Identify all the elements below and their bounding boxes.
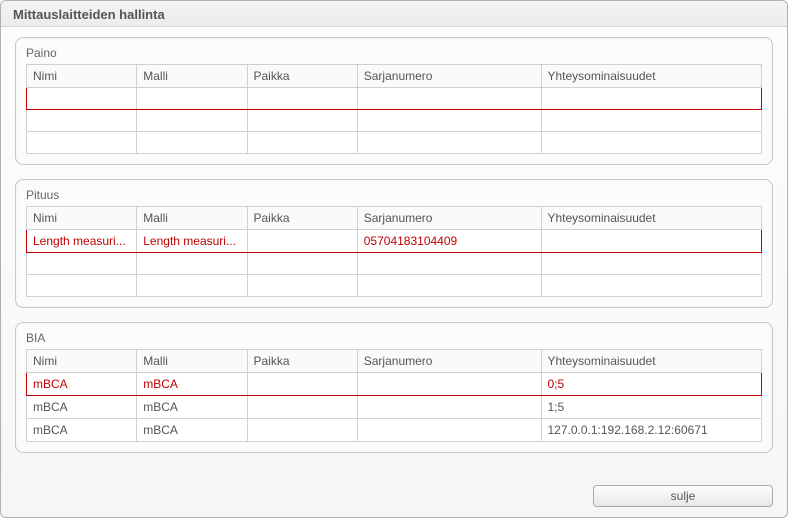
cell-paikka[interactable] [247,230,357,253]
cell-sarja[interactable] [357,110,541,132]
table-body-paino [27,88,762,154]
cell-malli[interactable] [137,110,247,132]
table-body-bia: mBCAmBCA0;5mBCAmBCA1;5mBCAmBCA127.0.0.1:… [27,373,762,442]
cell-paikka[interactable] [247,373,357,396]
cell-nimi[interactable]: mBCA [27,396,137,419]
cell-malli[interactable] [137,275,247,297]
window-title: Mittauslaitteiden hallinta [1,1,787,27]
cell-malli[interactable] [137,132,247,154]
group-bia: BIA Nimi Malli Paikka Sarjanumero Yhteys… [15,322,773,453]
col-header-nimi[interactable]: Nimi [27,350,137,373]
group-label-bia: BIA [26,331,762,345]
cell-sarja[interactable] [357,275,541,297]
content-area: Paino Nimi Malli Paikka Sarjanumero Yhte… [1,27,787,477]
cell-nimi[interactable]: mBCA [27,419,137,442]
col-header-yht[interactable]: Yhteysominaisuudet [541,65,762,88]
table-pituus[interactable]: Nimi Malli Paikka Sarjanumero Yhteysomin… [26,206,762,297]
cell-yht[interactable]: 127.0.0.1:192.168.2.12:60671 [541,419,762,442]
col-header-malli[interactable]: Malli [137,350,247,373]
group-paino: Paino Nimi Malli Paikka Sarjanumero Yhte… [15,37,773,165]
table-header-row: Nimi Malli Paikka Sarjanumero Yhteysomin… [27,207,762,230]
cell-paikka[interactable] [247,396,357,419]
cell-yht[interactable] [541,230,762,253]
col-header-paikka[interactable]: Paikka [247,65,357,88]
cell-malli[interactable] [137,88,247,110]
col-header-malli[interactable]: Malli [137,207,247,230]
cell-paikka[interactable] [247,110,357,132]
group-pituus: Pituus Nimi Malli Paikka Sarjanumero Yht… [15,179,773,308]
cell-yht[interactable] [541,110,762,132]
table-row[interactable] [27,88,762,110]
col-header-malli[interactable]: Malli [137,65,247,88]
col-header-nimi[interactable]: Nimi [27,207,137,230]
col-header-paikka[interactable]: Paikka [247,350,357,373]
cell-malli[interactable]: mBCA [137,419,247,442]
close-button[interactable]: sulje [593,485,773,507]
table-header-row: Nimi Malli Paikka Sarjanumero Yhteysomin… [27,65,762,88]
device-management-window: Mittauslaitteiden hallinta Paino Nimi Ma… [0,0,788,518]
cell-malli[interactable]: mBCA [137,373,247,396]
cell-paikka[interactable] [247,275,357,297]
cell-sarja[interactable] [357,396,541,419]
cell-nimi[interactable] [27,88,137,110]
table-bia[interactable]: Nimi Malli Paikka Sarjanumero Yhteysomin… [26,349,762,442]
table-body-pituus: Length measuri...Length measuri... 057041… [27,230,762,297]
cell-sarja[interactable] [357,88,541,110]
col-header-sarja[interactable]: Sarjanumero [357,350,541,373]
cell-malli[interactable]: Length measuri... [137,230,247,253]
table-row[interactable] [27,110,762,132]
table-row[interactable]: Length measuri...Length measuri... 057041… [27,230,762,253]
col-header-yht[interactable]: Yhteysominaisuudet [541,207,762,230]
col-header-sarja[interactable]: Sarjanumero [357,65,541,88]
cell-sarja[interactable] [357,419,541,442]
cell-paikka[interactable] [247,132,357,154]
table-paino[interactable]: Nimi Malli Paikka Sarjanumero Yhteysomin… [26,64,762,154]
cell-sarja[interactable] [357,253,541,275]
cell-sarja[interactable] [357,373,541,396]
table-row[interactable]: mBCAmBCA 0;5 [27,373,762,396]
cell-nimi[interactable]: Length measuri... [27,230,137,253]
cell-yht[interactable] [541,88,762,110]
col-header-yht[interactable]: Yhteysominaisuudet [541,350,762,373]
cell-yht[interactable]: 0;5 [541,373,762,396]
table-row[interactable] [27,132,762,154]
cell-sarja[interactable] [357,132,541,154]
table-row[interactable] [27,275,762,297]
group-label-paino: Paino [26,46,762,60]
table-row[interactable]: mBCAmBCA 1;5 [27,396,762,419]
cell-sarja[interactable]: 05704183104409 [357,230,541,253]
cell-nimi[interactable] [27,275,137,297]
col-header-nimi[interactable]: Nimi [27,65,137,88]
table-header-row: Nimi Malli Paikka Sarjanumero Yhteysomin… [27,350,762,373]
table-row[interactable] [27,253,762,275]
cell-yht[interactable] [541,132,762,154]
cell-nimi[interactable]: mBCA [27,373,137,396]
footer: sulje [1,477,787,517]
cell-yht[interactable]: 1;5 [541,396,762,419]
col-header-sarja[interactable]: Sarjanumero [357,207,541,230]
cell-paikka[interactable] [247,88,357,110]
cell-paikka[interactable] [247,419,357,442]
group-label-pituus: Pituus [26,188,762,202]
cell-malli[interactable] [137,253,247,275]
cell-nimi[interactable] [27,110,137,132]
cell-yht[interactable] [541,275,762,297]
col-header-paikka[interactable]: Paikka [247,207,357,230]
cell-yht[interactable] [541,253,762,275]
cell-malli[interactable]: mBCA [137,396,247,419]
table-row[interactable]: mBCAmBCA 127.0.0.1:192.168.2.12:60671 [27,419,762,442]
cell-nimi[interactable] [27,132,137,154]
cell-paikka[interactable] [247,253,357,275]
cell-nimi[interactable] [27,253,137,275]
